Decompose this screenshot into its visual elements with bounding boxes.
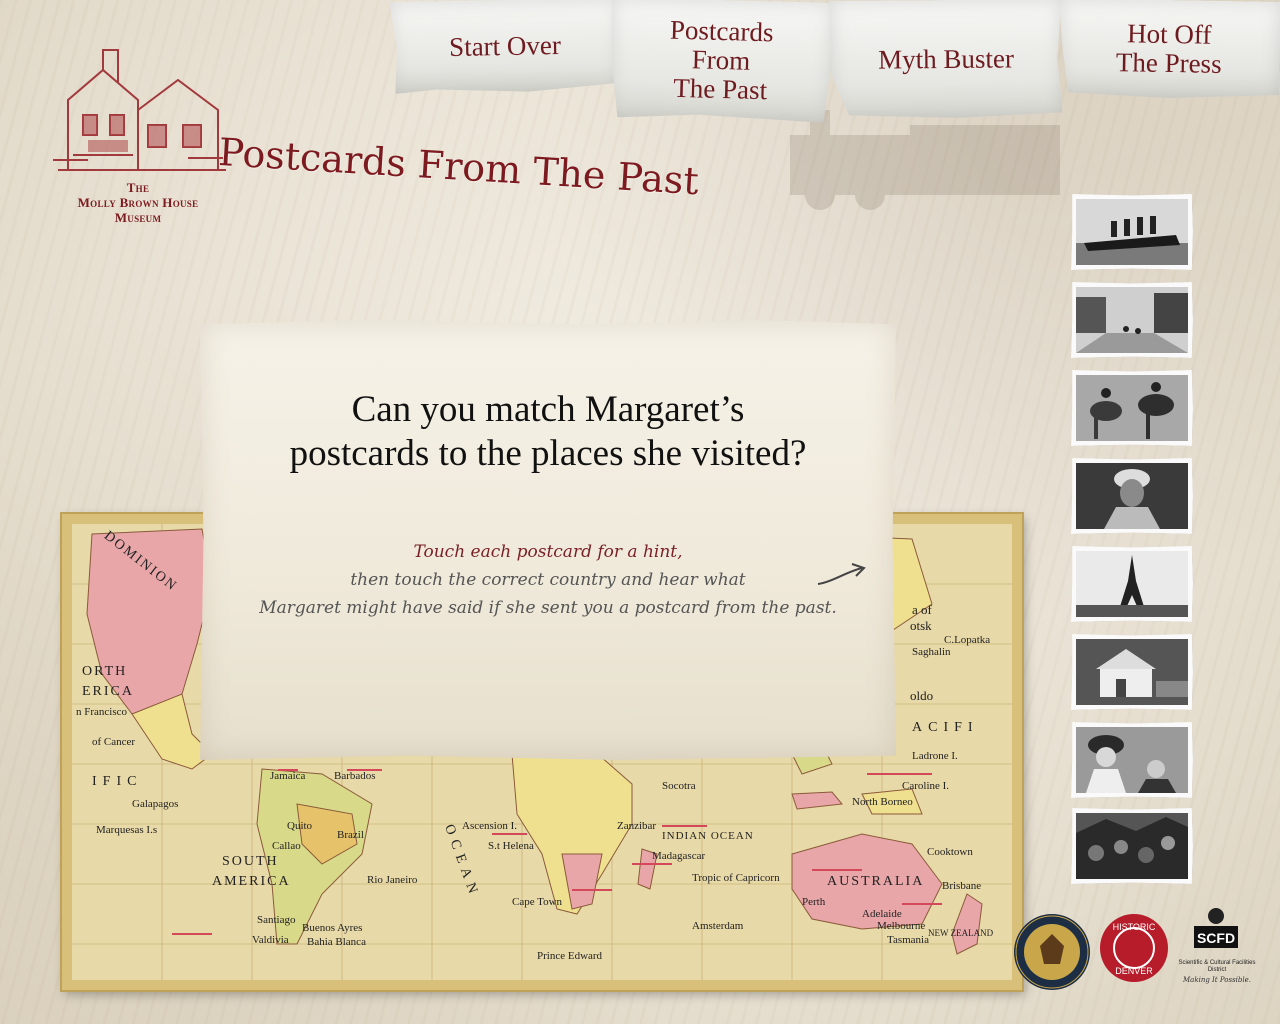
brand-line3: Museum <box>114 210 162 225</box>
map-label: Jamaica <box>270 770 306 782</box>
map-label: Quito <box>287 820 313 832</box>
map-label: ORTH <box>82 664 128 679</box>
portrait-photo-icon <box>1076 463 1188 529</box>
map-label: otsk <box>910 618 932 633</box>
hint-line3: Margaret might have said if she sent you… <box>259 598 837 618</box>
map-label: Saghalin <box>912 646 951 658</box>
map-label: SOUTH <box>222 854 279 869</box>
street-photo-icon <box>1076 287 1188 353</box>
hint-line2: then touch the correct country and hear … <box>350 570 746 590</box>
map-label: Tasmania <box>887 934 929 946</box>
map-label: Brazil <box>337 829 364 841</box>
map-label: Marquesas I.s <box>96 824 158 836</box>
map-label: of Cancer <box>92 736 136 748</box>
map-label: Perth <box>802 896 826 908</box>
card-hint: Touch each postcard for a hint, then tou… <box>200 538 896 622</box>
question-line2: postcards to the places she visited? <box>289 433 807 474</box>
postcard-thumb-women[interactable] <box>1071 722 1193 798</box>
map-label: Ladrone I. <box>912 750 958 762</box>
map-label: Galapagos <box>132 798 179 810</box>
myth-buster-button[interactable]: Myth Buster <box>829 0 1062 119</box>
map-label: ERICA <box>82 684 134 699</box>
map-label: Ascension I. <box>462 820 517 832</box>
instruction-card: Can you match Margaret’s postcards to th… <box>200 320 896 760</box>
map-label: n Francisco <box>76 706 128 718</box>
map-label: North Borneo <box>852 796 913 808</box>
map-label: Socotra <box>662 780 696 792</box>
house-photo-icon <box>1076 639 1188 705</box>
map-label: Brisbane <box>942 880 982 892</box>
brand-line1: The <box>126 180 150 195</box>
postcard-thumb-ship[interactable] <box>1071 194 1193 270</box>
map-label: Zanzibar <box>617 820 657 832</box>
map-label: Amsterdam <box>692 920 744 932</box>
postcard-thumb-crowd[interactable] <box>1071 808 1193 884</box>
start-over-button[interactable]: Start Over <box>389 0 621 94</box>
crowd-photo-icon <box>1076 813 1188 879</box>
question-line1: Can you match Margaret’s <box>351 389 745 430</box>
historic-text: HISTORIC <box>1113 922 1156 932</box>
museum-name: The Molly Brown House Museum <box>38 180 238 225</box>
map-label: Caroline I. <box>902 780 950 792</box>
map-label: a of <box>912 602 932 617</box>
map-label: S.t Helena <box>488 840 534 852</box>
map-label: oldo <box>910 688 934 703</box>
scfd-fullname: Scientific & Cultural Facilities Distric… <box>1178 960 1256 973</box>
map-label: Cooktown <box>927 846 973 858</box>
arrow-icon <box>817 563 866 585</box>
scfd-tagline: Making It Possible. <box>1183 976 1251 984</box>
camels-photo-icon <box>1076 375 1188 441</box>
map-label: Madagascar <box>652 850 706 862</box>
eiffel-tower-icon <box>1076 551 1188 617</box>
card-question: Can you match Margaret’s postcards to th… <box>200 388 896 476</box>
map-label: Bahia Blanca <box>307 936 366 948</box>
scfd-logo-icon[interactable]: SCFD <box>1190 906 1242 958</box>
map-label: Prince Edward <box>537 950 603 962</box>
museum-logo[interactable]: The Molly Brown House Museum <box>38 40 238 240</box>
map-label: Santiago <box>257 914 296 926</box>
historic-denver-logo-icon[interactable]: HISTORIC DENVER <box>1098 912 1170 984</box>
map-label: Rio Janeiro <box>367 874 418 886</box>
postcard-thumb-camels[interactable] <box>1071 370 1193 446</box>
map-label: Tropic of Capricorn <box>692 872 780 884</box>
map-label: AMERICA <box>212 874 291 889</box>
hint-line1: Touch each postcard for a hint, <box>413 542 683 562</box>
house-icon <box>53 49 226 171</box>
map-label: C.Lopatka <box>944 634 991 646</box>
map-label: NEW ZEALAND <box>928 928 994 938</box>
ship-photo-icon <box>1076 199 1188 265</box>
map-label: AUSTRALIA <box>827 874 925 889</box>
start-over-label: Start Over <box>448 29 562 62</box>
map-label: Valdivia <box>252 934 289 946</box>
myth-buster-label: Myth Buster <box>877 42 1014 75</box>
map-label: ACIFI <box>912 720 979 735</box>
postcard-thumb-portrait[interactable] <box>1071 458 1193 534</box>
postcards-from-the-past-button[interactable]: Postcards From The Past <box>608 0 833 123</box>
map-label: Adelaide <box>862 908 902 920</box>
postcard-thumb-street[interactable] <box>1071 282 1193 358</box>
map-label: Melbourne <box>877 920 926 932</box>
denver-text: DENVER <box>1115 966 1153 976</box>
map-label: Callao <box>272 840 301 852</box>
map-label: INDIAN OCEAN <box>662 830 754 842</box>
map-label: Buenos Ayres <box>302 922 363 934</box>
neh-seal-icon[interactable] <box>1012 912 1092 992</box>
map-label: Cape Town <box>512 896 563 908</box>
women-photo-icon <box>1076 727 1188 793</box>
postcard-thumb-house[interactable] <box>1071 634 1193 710</box>
brand-line2: Molly Brown House <box>77 195 199 210</box>
scfd-text: SCFD <box>1197 930 1235 946</box>
hot-off-the-press-button[interactable]: Hot Off The Press <box>1057 0 1280 100</box>
postcard-thumb-eiffel-tower[interactable] <box>1071 546 1193 622</box>
map-label: Barbados <box>334 770 376 782</box>
map-label: IFIC <box>92 774 143 789</box>
postcards-label: Postcards From The Past <box>669 14 774 105</box>
page-title: Postcards From The Past <box>217 130 700 204</box>
hot-off-label: Hot Off The Press <box>1115 18 1222 79</box>
